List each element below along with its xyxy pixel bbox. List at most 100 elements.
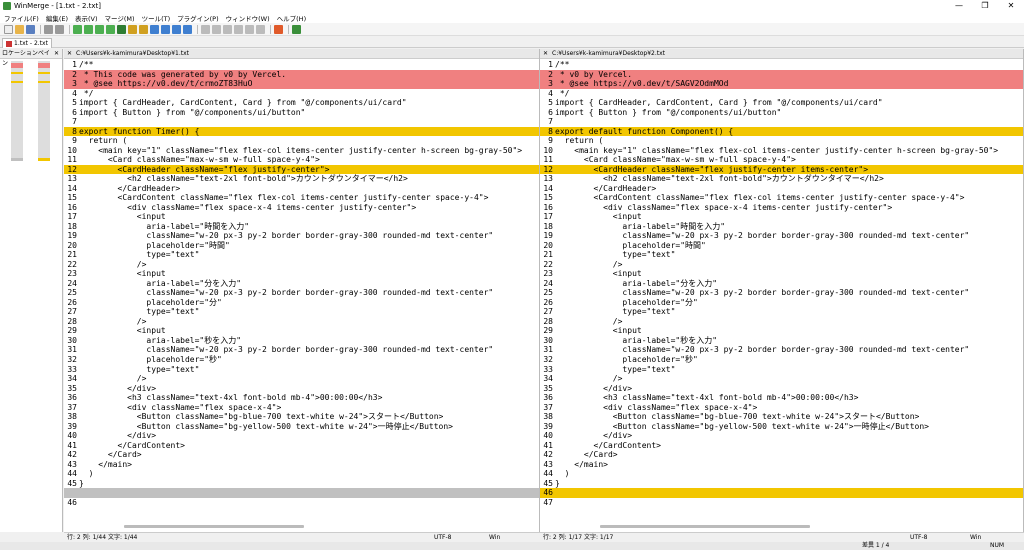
tab-file-compare[interactable]: 1.txt - 2.txt [2,38,52,48]
code-line[interactable]: 45} [64,479,539,489]
code-line[interactable]: 23 <input [64,269,539,279]
code-line[interactable]: 15 <CardContent className="flex flex-col… [540,193,1023,203]
code-line[interactable]: 1/** [540,60,1023,70]
code-line[interactable]: 12 <CardHeader className="flex justify-c… [64,164,539,175]
left-file-pane[interactable]: ✕ C:¥Users¥k-kamimura¥Desktop¥1.txt 1/**… [64,49,540,532]
code-line[interactable]: 47 [540,498,1023,508]
code-line[interactable]: 30 aria-label="秒を入力" [540,336,1023,346]
code-line[interactable]: 37 <div className="flex space-x-4"> [64,403,539,413]
code-line[interactable]: 17 <input [540,212,1023,222]
code-line[interactable]: 40 </div> [540,431,1023,441]
code-line[interactable]: 21 type="text" [540,250,1023,260]
new-file-icon[interactable] [4,24,13,34]
help-icon[interactable] [292,24,301,34]
code-line[interactable]: 46 [64,498,539,508]
code-line[interactable]: 32 placeholder="秒" [64,355,539,365]
code-line[interactable]: 26 placeholder="分" [64,298,539,308]
code-line[interactable]: 35 </div> [64,384,539,394]
next-file-icon[interactable] [212,24,221,34]
code-line[interactable]: 36 <h3 className="text-4xl font-bold mb-… [540,393,1023,403]
code-line[interactable]: 20 placeholder="時間" [64,241,539,251]
code-line[interactable]: 10 <main key="1" className="flex flex-co… [540,146,1023,156]
code-line[interactable]: 17 <input [64,212,539,222]
code-line[interactable]: 27 type="text" [64,307,539,317]
code-line[interactable]: 9 return ( [64,136,539,146]
code-line[interactable]: 40 </div> [64,431,539,441]
code-line[interactable]: 7 [64,117,539,127]
menu-file[interactable]: ファイル(F) [4,13,39,23]
code-line[interactable]: 28 /> [64,317,539,327]
code-line[interactable]: 26 placeholder="分" [540,298,1023,308]
menu-help[interactable]: ヘルプ(H) [277,13,306,23]
last-file-icon[interactable] [234,24,243,34]
close-icon[interactable]: ✕ [54,49,59,58]
code-line[interactable]: 6 import { Button } from "@/components/ui… [540,108,1023,118]
code-line[interactable]: 37 <div className="flex space-x-4"> [540,403,1023,413]
code-line[interactable]: 43 </main> [540,460,1023,470]
code-line[interactable]: 44 ) [540,469,1023,479]
menu-edit[interactable]: 編集(E) [46,13,68,23]
code-line[interactable]: 27 type="text" [540,307,1023,317]
close-icon[interactable]: ✕ [543,49,548,58]
code-line[interactable]: 25 className="w-20 px-3 py-2 border bord… [64,288,539,298]
code-line[interactable] [64,488,539,498]
code-line[interactable]: 34 /> [64,374,539,384]
code-line[interactable]: 31 className="w-20 px-3 py-2 border bord… [540,345,1023,355]
code-line[interactable]: 4 */ [64,89,539,99]
prev-diff-icon[interactable] [84,24,93,34]
menu-tools[interactable]: ツール(T) [142,13,171,23]
menu-window[interactable]: ウィンドウ(W) [226,13,270,23]
code-line[interactable]: 18 aria-label="時間を入力" [64,222,539,232]
close-icon[interactable]: ✕ [998,0,1024,12]
copy-left-advance-icon[interactable] [161,24,170,34]
code-line[interactable]: 30 aria-label="秒を入力" [64,336,539,346]
right-horizontal-scrollbar[interactable] [600,525,810,528]
code-line[interactable]: 31 className="w-20 px-3 py-2 border bord… [64,345,539,355]
first-file-icon[interactable] [223,24,232,34]
code-line[interactable]: 45} [540,479,1023,489]
code-line[interactable]: 18 aria-label="時間を入力" [540,222,1023,232]
all-right-icon[interactable] [172,24,181,34]
code-line[interactable]: 22 /> [64,260,539,270]
code-line[interactable]: 39 <Button className="bg-yellow-500 text… [64,422,539,432]
code-line[interactable]: 11 <Card className="max-w-sm w-full spac… [64,155,539,165]
code-line[interactable]: 28 /> [540,317,1023,327]
code-line[interactable]: 9 return ( [540,136,1023,146]
copy-right-advance-icon[interactable] [150,24,159,34]
code-line[interactable]: 34 /> [540,374,1023,384]
code-line[interactable]: 32 placeholder="秒" [540,355,1023,365]
code-line[interactable]: 38 <Button className="bg-blue-700 text-w… [540,412,1023,422]
code-line[interactable]: 3 * @see https://v0.dev/t/crmoZT83HuO [64,79,539,89]
code-line[interactable]: 24 aria-label="分を入力" [540,279,1023,289]
code-line[interactable]: 10 <main key="1" className="flex flex-co… [64,146,539,156]
code-line[interactable]: 6 import { Button } from "@/components/ui… [64,108,539,118]
code-line[interactable]: 11 <Card className="max-w-sm w-full spac… [540,155,1023,165]
code-line[interactable]: 33 type="text" [540,365,1023,375]
copy-left-icon[interactable] [139,24,148,34]
code-line[interactable]: 14 </CardHeader> [64,184,539,194]
compare-icon[interactable] [245,24,254,34]
code-line[interactable]: 22 /> [540,260,1023,270]
prev-file-icon[interactable] [201,24,210,34]
code-line[interactable]: 15 <CardContent className="flex flex-col… [64,193,539,203]
code-line[interactable]: 24 aria-label="分を入力" [64,279,539,289]
code-line[interactable]: 46 [540,488,1023,498]
code-line[interactable]: 42 </Card> [64,450,539,460]
code-line[interactable]: 33 type="text" [64,365,539,375]
code-line[interactable]: 5 import { CardHeader, CardContent, Card … [540,98,1023,108]
code-line[interactable]: 29 <input [540,326,1023,336]
code-line[interactable]: 36 <h3 className="text-4xl font-bold mb-… [64,393,539,403]
first-diff-icon[interactable] [73,24,82,34]
code-line[interactable]: 2 * This code was generated by v0 by Ver… [64,69,539,80]
options-icon[interactable] [274,24,283,34]
save-icon[interactable] [26,24,35,34]
last-diff-icon[interactable] [106,24,115,34]
left-horizontal-scrollbar[interactable] [124,525,304,528]
code-line[interactable]: 2 * v0 by Vercel. [540,69,1023,80]
code-line[interactable]: 7 [540,117,1023,127]
code-line[interactable]: 3 * @see https://v0.dev/t/SAGV2OdmMOd [540,79,1023,89]
close-icon[interactable]: ✕ [67,49,72,58]
all-left-icon[interactable] [183,24,192,34]
location-bar-right[interactable] [38,61,50,161]
code-line[interactable]: 44 ) [64,469,539,479]
